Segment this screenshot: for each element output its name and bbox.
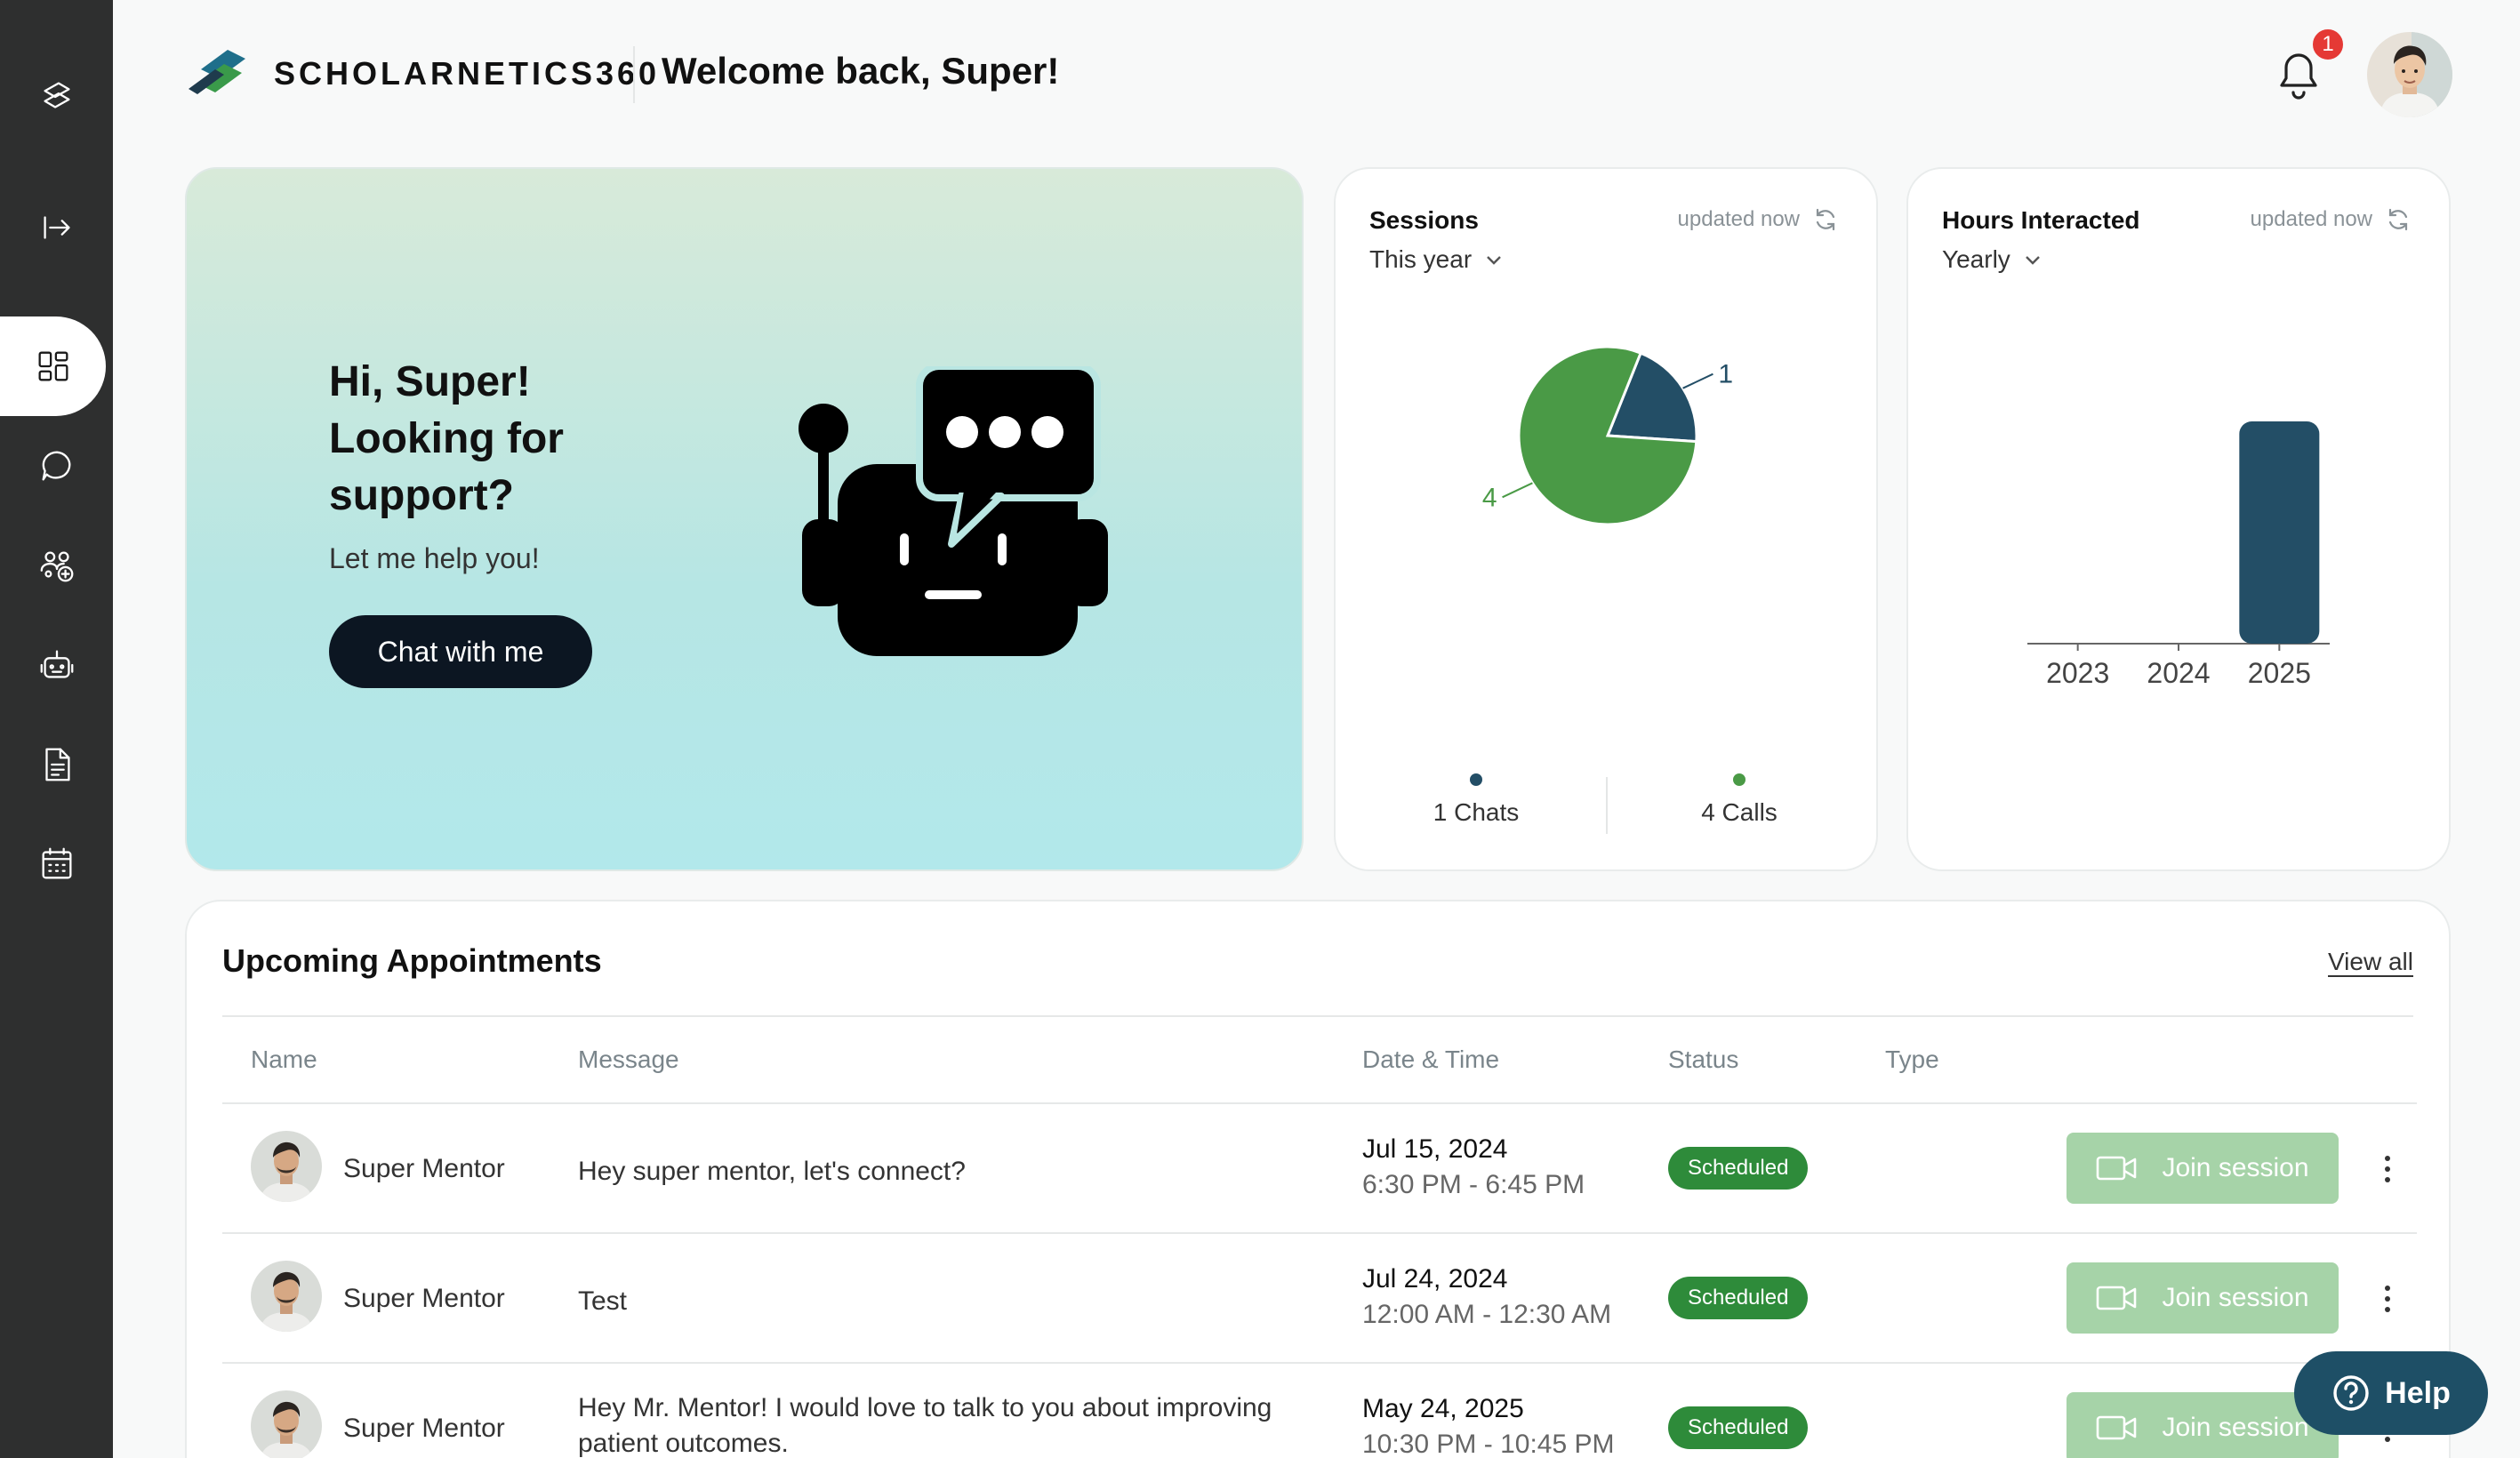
more-options-icon[interactable] — [2374, 1147, 2401, 1191]
appointment-time: 10:30 PM - 10:45 PM — [1362, 1430, 1615, 1458]
appointment-time: 6:30 PM - 6:45 PM — [1362, 1170, 1585, 1199]
x-tick-label: 2025 — [2248, 657, 2311, 689]
column-header-message: Message — [578, 1045, 679, 1073]
hours-updated: updated now — [2251, 206, 2412, 233]
video-camera-icon — [2097, 1415, 2137, 1440]
sessions-title: Sessions — [1369, 206, 1479, 234]
sessions-period-select[interactable]: This year — [1369, 245, 1504, 274]
question-circle-icon — [2333, 1375, 2369, 1411]
brand-logo-icon — [189, 50, 245, 94]
refresh-icon[interactable] — [1812, 206, 1839, 233]
hours-period-value: Yearly — [1942, 245, 2010, 273]
sidebar — [0, 0, 113, 1458]
avatar — [251, 1131, 322, 1202]
appointment-time: 12:00 AM - 12:30 AM — [1362, 1300, 1612, 1329]
mentors-icon[interactable] — [0, 521, 113, 610]
column-header-name: Name — [251, 1045, 317, 1073]
appointment-date: May 24, 2025 — [1362, 1394, 1524, 1423]
x-tick-label: 2024 — [2147, 657, 2210, 689]
pie-slice-label: 1 — [1718, 360, 1733, 389]
chevron-down-icon — [1487, 256, 1502, 265]
brand-name: SCHOLARNETICS360 — [274, 55, 661, 92]
help-label: Help — [2385, 1375, 2451, 1410]
hours-period-select[interactable]: Yearly — [1942, 245, 2042, 274]
mentor-name: Super Mentor — [343, 1284, 505, 1313]
dashboard-icon[interactable] — [0, 316, 106, 416]
legend-calls-label: 4 Calls — [1701, 798, 1778, 826]
pie-label-line — [1502, 482, 1533, 499]
hero-title: Hi, Super! Looking for support? — [329, 358, 564, 519]
bot-icon[interactable] — [0, 621, 113, 709]
pie-slice-label: 4 — [1482, 483, 1497, 512]
status-badge: Scheduled — [1668, 1277, 1809, 1319]
sessions-card: Sessions updated now This year 14 1 Chat… — [1334, 167, 1878, 871]
chatbot-robot-icon — [799, 366, 1108, 656]
video-camera-icon — [2097, 1286, 2137, 1310]
join-session-label: Join session — [2162, 1153, 2309, 1182]
avatar — [251, 1261, 322, 1332]
brand[interactable]: SCHOLARNETICS360 — [183, 43, 660, 105]
chat-icon[interactable] — [0, 421, 113, 510]
document-icon[interactable] — [0, 720, 113, 809]
x-tick-label: 2023 — [2046, 657, 2109, 689]
sessions-updated: updated now — [1678, 206, 1839, 233]
status-badge: Scheduled — [1668, 1406, 1809, 1449]
legend-chats-label: 1 Chats — [1433, 798, 1520, 826]
appointments-divider — [222, 1015, 2413, 1017]
hours-title: Hours Interacted — [1942, 206, 2140, 234]
table-row[interactable]: Super Mentor Test Jul 24, 2024 12:00 AM … — [222, 1232, 2417, 1362]
chevron-down-icon — [2025, 256, 2040, 265]
hours-bar-chart: 2023 2024 2025 — [2027, 421, 2330, 689]
upcoming-appointments: Upcoming Appointments View all Name Mess… — [185, 900, 2451, 1458]
expand-sidebar-icon[interactable] — [0, 183, 113, 272]
video-camera-icon — [2097, 1156, 2137, 1181]
more-options-icon[interactable] — [2374, 1277, 2401, 1321]
refresh-icon[interactable] — [2385, 206, 2412, 233]
join-session-button[interactable]: Join session — [2067, 1133, 2339, 1204]
table-row[interactable]: Super Mentor Hey super mentor, let's con… — [222, 1102, 2417, 1232]
chat-with-me-button[interactable]: Chat with me — [329, 615, 592, 688]
column-header-status: Status — [1668, 1045, 1739, 1073]
table-row[interactable]: Super Mentor Hey Mr. Mentor! I would lov… — [222, 1362, 2417, 1458]
appointments-title: Upcoming Appointments — [222, 942, 602, 979]
avatar — [251, 1390, 322, 1458]
legend-chats: 1 Chats — [1343, 773, 1609, 827]
sessions-period-value: This year — [1369, 245, 1473, 273]
view-all-link[interactable]: View all — [2328, 948, 2413, 976]
appointment-message: Hey super mentor, let's connect? — [578, 1157, 966, 1186]
hours-card: Hours Interacted updated now Yearly 2023… — [1906, 167, 2451, 871]
bar-2025 — [2239, 421, 2320, 644]
join-session-label: Join session — [2162, 1413, 2309, 1442]
logo-icon[interactable] — [0, 52, 113, 140]
pie-label-line — [1682, 373, 1713, 389]
legend-calls: 4 Calls — [1606, 773, 1873, 827]
help-button[interactable]: Help — [2294, 1351, 2488, 1435]
join-session-label: Join session — [2162, 1283, 2309, 1312]
appointment-date: Jul 15, 2024 — [1362, 1134, 1508, 1164]
hero-subtitle: Let me help you! — [329, 542, 540, 574]
user-avatar[interactable] — [2367, 32, 2452, 117]
appointment-message: Test — [578, 1286, 628, 1316]
mentor-name: Super Mentor — [343, 1414, 505, 1443]
join-session-button[interactable]: Join session — [2067, 1262, 2339, 1334]
hours-updated-text: updated now — [2250, 207, 2372, 231]
sessions-pie-chart: 14 — [1482, 345, 1733, 526]
legend-chats-dot — [1470, 773, 1482, 786]
header-divider — [633, 46, 635, 103]
notification-badge: 1 — [2310, 27, 2346, 62]
legend-calls-dot — [1733, 773, 1746, 786]
sessions-updated-text: updated now — [1677, 207, 1800, 231]
mentor-name: Super Mentor — [343, 1154, 505, 1183]
calendar-icon[interactable] — [0, 820, 113, 909]
column-header-type: Type — [1885, 1045, 1939, 1073]
page-title: Welcome back, Super! — [662, 50, 1060, 92]
support-hero-card: Hi, Super! Looking for support? Let me h… — [185, 167, 1304, 871]
status-badge: Scheduled — [1668, 1147, 1809, 1190]
column-header-date-time: Date & Time — [1362, 1045, 1500, 1073]
appointment-message: Hey Mr. Mentor! I would love to talk to … — [578, 1393, 1272, 1458]
appointment-date: Jul 24, 2024 — [1362, 1264, 1508, 1294]
